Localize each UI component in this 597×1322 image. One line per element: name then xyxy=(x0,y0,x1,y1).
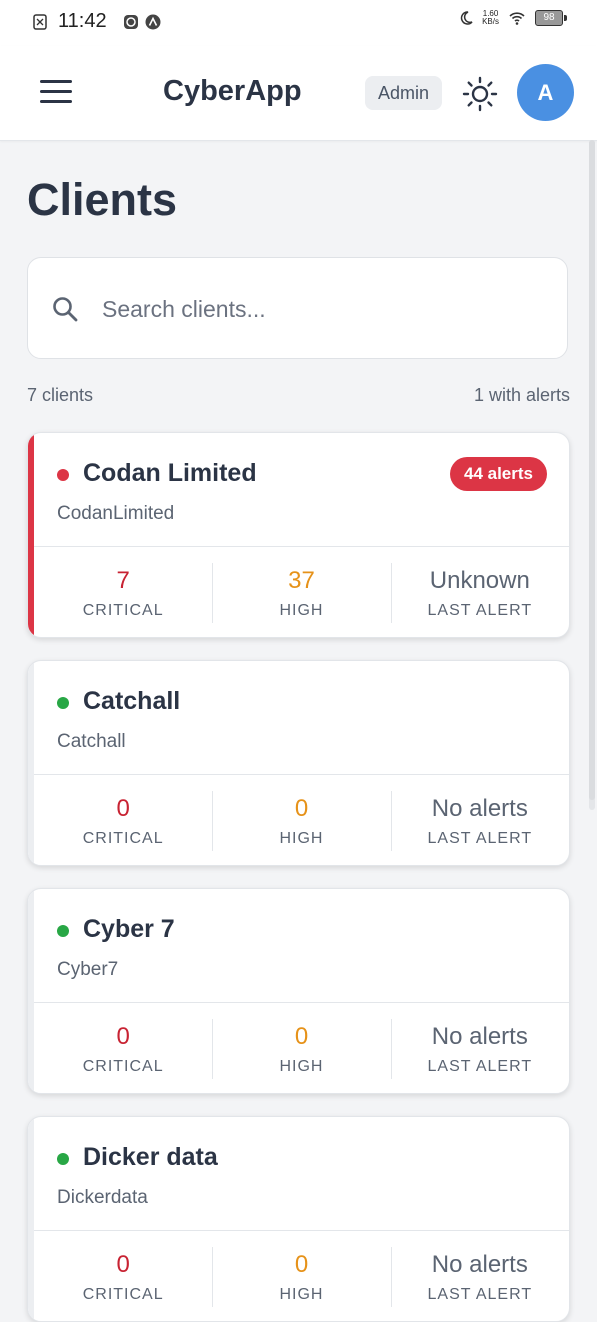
critical-stat: 0 CRITICAL xyxy=(34,1231,212,1321)
critical-count: 0 xyxy=(116,1023,130,1050)
critical-count: 0 xyxy=(116,795,130,822)
app-title: CyberApp xyxy=(163,75,302,107)
critical-stat: 0 CRITICAL xyxy=(34,775,212,865)
client-slug: Catchall xyxy=(57,731,126,752)
scrollbar[interactable] xyxy=(589,140,595,810)
search-input[interactable] xyxy=(100,288,544,330)
status-bar: 11:42 1.60 KB/s 98 xyxy=(0,0,597,46)
last-alert-value: No alerts xyxy=(431,1023,528,1050)
last-alert-label: LAST ALERT xyxy=(427,830,533,847)
alert-badge: 44 alerts xyxy=(450,457,547,491)
last-alert-stat: No alerts LAST ALERT xyxy=(390,1003,569,1093)
critical-count: 0 xyxy=(116,1251,130,1278)
client-slug: Cyber7 xyxy=(57,959,119,980)
critical-stat: 0 CRITICAL xyxy=(34,1003,212,1093)
high-stat: 0 HIGH xyxy=(212,1003,390,1093)
high-count: 0 xyxy=(294,1023,309,1050)
client-slug: Dickerdata xyxy=(57,1187,148,1208)
status-dot xyxy=(57,925,69,937)
last-alert-stat: No alerts LAST ALERT xyxy=(390,1231,569,1321)
sim-off-icon xyxy=(33,13,47,30)
high-count: 0 xyxy=(294,795,309,822)
app-notification-icon xyxy=(145,14,161,29)
high-label: HIGH xyxy=(279,1058,324,1075)
high-stat: 0 HIGH xyxy=(212,1231,390,1321)
client-name: Cyber 7 xyxy=(83,915,175,943)
client-card[interactable]: Cyber 7 Cyber7 0 CRITICAL 0 HIGH No aler… xyxy=(27,888,570,1094)
high-stat: 37 HIGH xyxy=(212,547,390,637)
last-alert-value: No alerts xyxy=(431,1251,528,1278)
client-slug: CodanLimited xyxy=(57,503,175,524)
client-name: Codan Limited xyxy=(83,459,257,487)
do-not-disturb-icon xyxy=(460,11,473,25)
last-alert-value: No alerts xyxy=(431,795,528,822)
menu-icon[interactable] xyxy=(40,80,72,106)
avatar[interactable]: A xyxy=(517,64,574,121)
high-count: 37 xyxy=(288,567,315,594)
sun-icon[interactable] xyxy=(462,76,498,112)
search-box[interactable] xyxy=(27,257,568,359)
last-alert-value: Unknown xyxy=(429,567,530,594)
last-alert-label: LAST ALERT xyxy=(427,1058,533,1075)
high-label: HIGH xyxy=(279,1286,324,1303)
high-count: 0 xyxy=(294,1251,309,1278)
last-alert-stat: Unknown LAST ALERT xyxy=(390,547,569,637)
critical-label: CRITICAL xyxy=(82,830,164,847)
high-stat: 0 HIGH xyxy=(212,775,390,865)
critical-label: CRITICAL xyxy=(82,1058,164,1075)
wifi-icon xyxy=(509,12,525,25)
page-title: Clients xyxy=(27,174,178,225)
critical-count: 7 xyxy=(116,567,130,594)
critical-label: CRITICAL xyxy=(82,1286,164,1303)
high-label: HIGH xyxy=(279,602,324,619)
client-card[interactable]: Catchall Catchall 0 CRITICAL 0 HIGH No a… xyxy=(27,660,570,866)
status-dot xyxy=(57,1153,69,1165)
battery-icon: 98 xyxy=(535,10,567,26)
clock: 11:42 xyxy=(58,10,107,32)
client-count: 7 clients xyxy=(27,385,94,405)
critical-stat: 7 CRITICAL xyxy=(34,547,212,637)
search-icon xyxy=(53,297,78,322)
network-speed: 1.60 KB/s xyxy=(482,9,499,26)
alerts-count: 1 with alerts xyxy=(473,385,570,405)
app-notification-icon xyxy=(123,14,138,29)
status-dot xyxy=(57,697,69,709)
status-dot xyxy=(57,469,69,481)
client-card[interactable]: Codan Limited 44 alerts CodanLimited 7 C… xyxy=(27,432,570,638)
client-card[interactable]: Dicker data Dickerdata 0 CRITICAL 0 HIGH… xyxy=(27,1116,570,1322)
last-alert-label: LAST ALERT xyxy=(427,1286,533,1303)
critical-label: CRITICAL xyxy=(82,602,164,619)
client-name: Dicker data xyxy=(83,1143,218,1171)
high-label: HIGH xyxy=(279,830,324,847)
last-alert-label: LAST ALERT xyxy=(427,602,533,619)
app-header: CyberApp Admin A xyxy=(0,46,597,141)
client-name: Catchall xyxy=(83,687,181,715)
role-badge: Admin xyxy=(365,76,443,110)
last-alert-stat: No alerts LAST ALERT xyxy=(390,775,569,865)
client-summary: 7 clients 1 with alerts xyxy=(27,385,570,406)
